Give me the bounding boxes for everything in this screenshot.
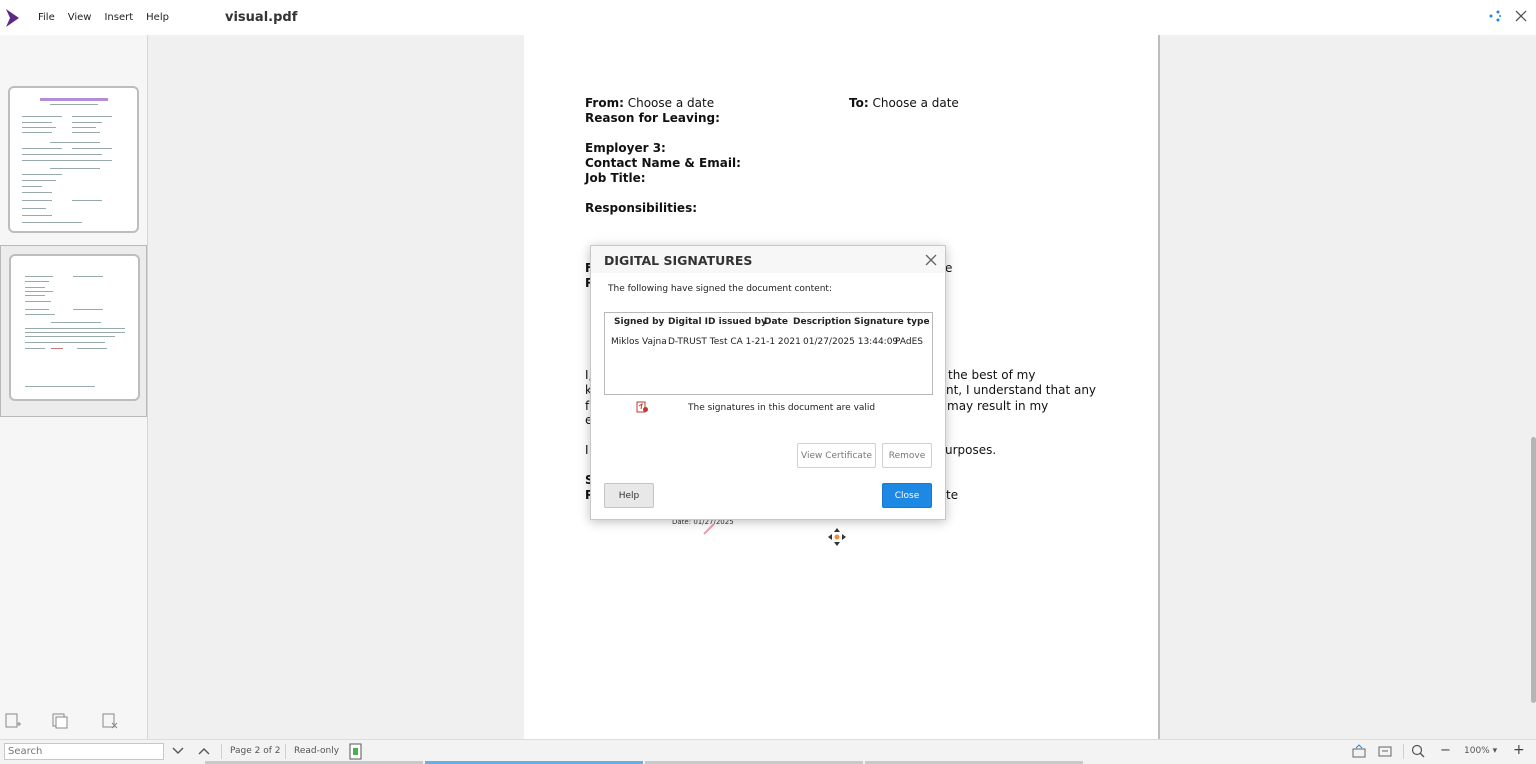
top-right-controls xyxy=(1488,9,1528,23)
responsibilities-label: Responsibilities: xyxy=(585,201,698,215)
menu-view[interactable]: View xyxy=(68,12,92,23)
fit-page-icon[interactable] xyxy=(1378,744,1392,758)
dialog-close-icon[interactable] xyxy=(923,252,939,268)
cell-issuer: D-TRUST Test CA 1-21-1 2021 xyxy=(668,337,801,347)
valid-signature-icon xyxy=(636,401,648,413)
from-label: From: xyxy=(585,96,624,110)
signature-status-icon[interactable] xyxy=(349,743,363,760)
contact-name-email-label: Contact Name & Email: xyxy=(585,156,741,170)
zoom-out-button[interactable]: − xyxy=(1440,743,1451,758)
status-separator xyxy=(1403,744,1404,759)
to-field: To: Choose a date xyxy=(849,96,959,110)
page-number-status: Page 2 of 2 xyxy=(230,746,281,756)
partial-text-i2: I xyxy=(585,443,589,457)
zoom-in-button[interactable]: + xyxy=(1513,742,1525,758)
page-thumbnail-1[interactable] xyxy=(0,78,147,250)
employer-3-label: Employer 3: xyxy=(585,141,666,155)
zoom-level-value: 100% xyxy=(1464,746,1490,756)
reason-for-leaving-label: Reason for Leaving: xyxy=(585,111,720,125)
signatures-table: Signed by Digital ID issued by Date Desc… xyxy=(604,312,933,395)
document-mode-status: Read-only xyxy=(294,746,340,756)
close-button[interactable]: Close xyxy=(882,483,932,508)
menu-help[interactable]: Help xyxy=(146,12,169,23)
fit-width-icon[interactable] xyxy=(1352,744,1366,758)
partial-text-e-right: e xyxy=(945,261,953,275)
close-document-icon[interactable] xyxy=(1514,9,1528,23)
menu-insert[interactable]: Insert xyxy=(104,12,133,23)
signatures-valid-message: The signatures in this document are vali… xyxy=(688,403,876,413)
view-certificate-button[interactable]: View Certificate xyxy=(797,443,876,468)
job-title-label: Job Title: xyxy=(585,171,646,185)
declaration-text-1: the best of my xyxy=(948,368,1036,382)
search-previous-icon[interactable] xyxy=(198,746,210,756)
from-field: From: Choose a date xyxy=(585,96,714,110)
cell-signed-by: Miklos Vajna xyxy=(611,337,667,347)
duplicate-page-icon[interactable] xyxy=(52,713,68,729)
dialog-description: The following have signed the document c… xyxy=(608,284,832,294)
vertical-scrollbar[interactable] xyxy=(1531,437,1536,703)
menu-bar: File View Insert Help xyxy=(38,12,182,23)
app-logo-icon[interactable] xyxy=(5,8,21,28)
cell-signature-type: PAdES xyxy=(895,337,923,347)
thumbnail-page-1-preview xyxy=(8,86,139,233)
to-label: To: xyxy=(849,96,869,110)
move-handle-icon[interactable] xyxy=(827,527,847,547)
dialog-title: DIGITAL SIGNATURES xyxy=(604,253,753,268)
digital-signatures-dialog: DIGITAL SIGNATURES The following have si… xyxy=(590,245,946,520)
menu-file[interactable]: File xyxy=(38,12,55,23)
help-button[interactable]: Help xyxy=(604,483,654,508)
page-thumbnails-sidebar xyxy=(0,35,148,739)
column-description[interactable]: Description xyxy=(793,317,851,327)
thumbnail-page-2-preview xyxy=(9,254,140,401)
column-date[interactable]: Date xyxy=(764,317,788,327)
column-signature-type[interactable]: Signature type xyxy=(854,317,930,327)
declaration-text-5: te xyxy=(946,488,959,502)
declaration-text-2: nt, I understand that any xyxy=(946,383,1097,397)
page-thumbnail-2[interactable] xyxy=(0,245,147,417)
document-title[interactable]: visual.pdf xyxy=(225,10,297,25)
zoom-level-select[interactable]: 100% ▾ xyxy=(1464,746,1497,756)
partial-text-f2: f xyxy=(585,399,590,413)
share-icon[interactable] xyxy=(1488,9,1502,23)
sidebar-page-actions xyxy=(0,713,147,735)
column-signed-by[interactable]: Signed by xyxy=(614,317,664,327)
top-bar: File View Insert Help visual.pdf xyxy=(0,0,1536,35)
from-date-picker[interactable]: Choose a date xyxy=(628,96,714,110)
cell-date: 01/27/2025 13:44:09 xyxy=(803,337,899,347)
zoom-icon[interactable] xyxy=(1411,744,1425,758)
column-digital-id-issued-by[interactable]: Digital ID issued by xyxy=(668,317,767,327)
insert-page-icon[interactable] xyxy=(5,713,21,729)
remove-button[interactable]: Remove xyxy=(882,443,932,468)
declaration-text-4: urposes. xyxy=(945,443,997,457)
signature-scribble-icon xyxy=(703,523,715,535)
declaration-text-3: may result in my xyxy=(947,399,1049,413)
status-separator xyxy=(285,744,286,759)
status-separator xyxy=(221,744,222,759)
to-date-picker[interactable]: Choose a date xyxy=(872,96,958,110)
delete-page-icon[interactable] xyxy=(102,713,118,729)
search-input[interactable] xyxy=(4,743,164,760)
search-next-icon[interactable] xyxy=(172,746,184,756)
